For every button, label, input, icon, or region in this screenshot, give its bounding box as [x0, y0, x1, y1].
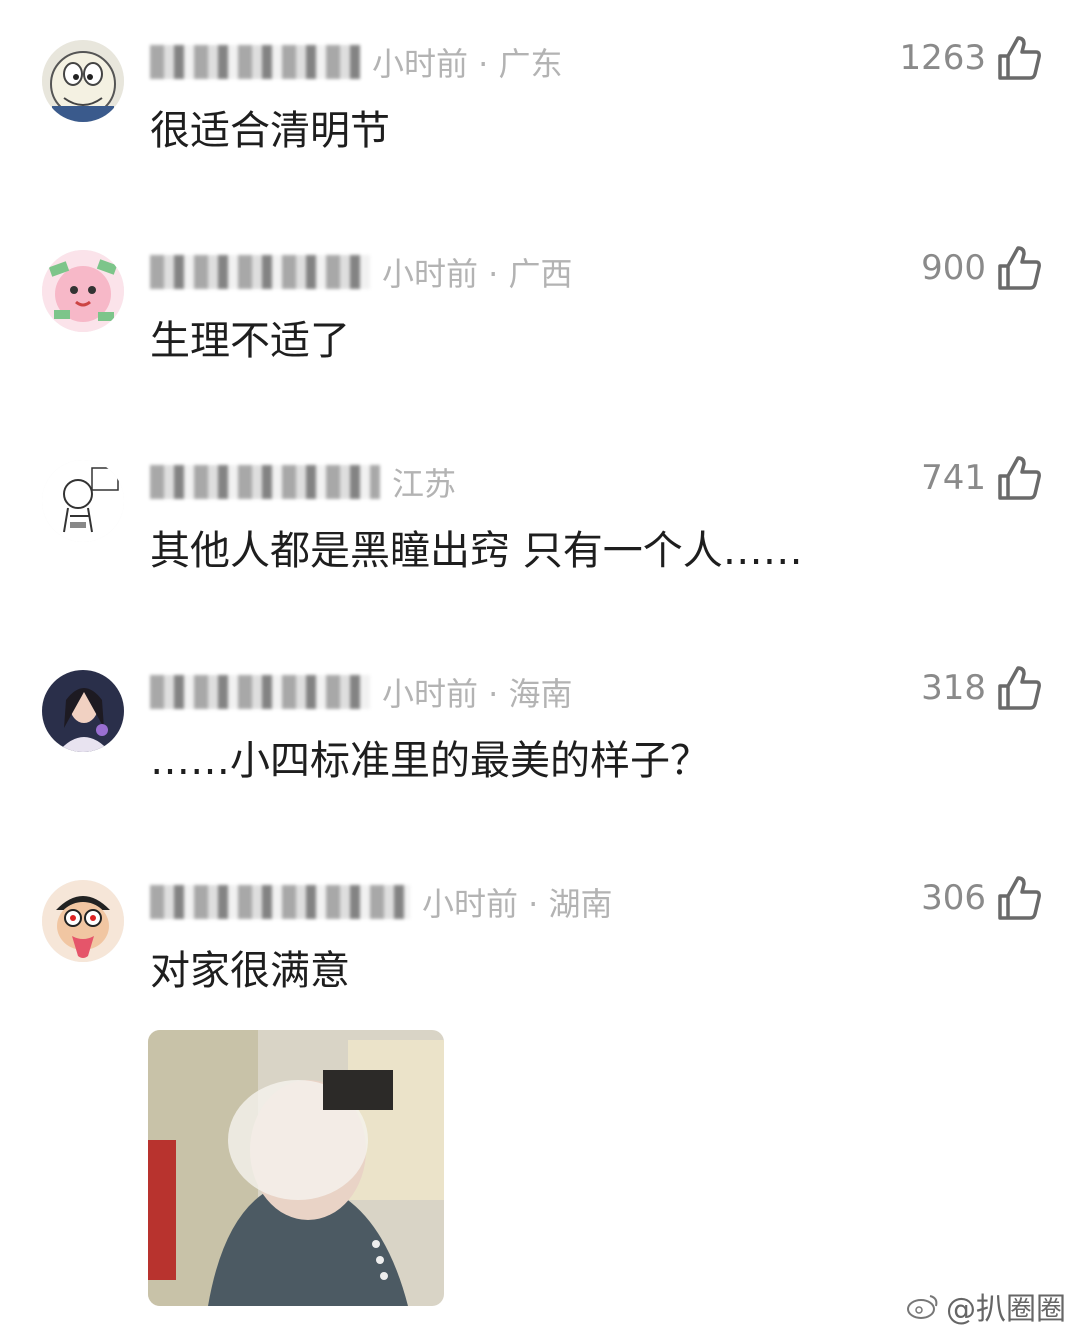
- comment-text: 很适合清明节: [150, 108, 390, 154]
- like-count: 900: [921, 248, 986, 288]
- blurred-username: [150, 255, 370, 289]
- comment-meta: 小时前 · 湖南: [150, 882, 613, 923]
- weibo-watermark: @扒圈圈: [906, 1284, 1066, 1328]
- user-avatar[interactable]: [42, 670, 124, 752]
- comment-time-location: 小时前 · 广西: [382, 255, 573, 293]
- comment-meta: 小时前 · 广西: [150, 252, 573, 293]
- blurred-username: [150, 465, 380, 499]
- comment-item: 小时前 · 海南 318 ……小四标准里的最美的样子？: [0, 666, 1080, 800]
- comment-location: 江苏: [392, 465, 457, 503]
- blurred-username: [150, 675, 370, 709]
- meme-photo-image: [148, 1030, 444, 1306]
- comment-text: 其他人都是黑瞳出窍 只有一个人……: [150, 528, 803, 574]
- comment-text: 生理不适了: [150, 318, 350, 364]
- user-avatar[interactable]: [42, 40, 124, 122]
- blurred-username: [150, 885, 410, 919]
- comment-item: 江苏 741 其他人都是黑瞳出窍 只有一个人……: [0, 456, 1080, 590]
- like-button[interactable]: 900: [921, 244, 1042, 292]
- thumbs-up-icon: [998, 666, 1041, 710]
- like-button[interactable]: 741: [921, 454, 1042, 502]
- comment-time-location: 小时前 · 广东: [372, 45, 563, 83]
- like-count: 1263: [899, 38, 986, 78]
- like-button[interactable]: 306: [921, 874, 1042, 922]
- comment-item: 小时前 · 广东 1263 很适合清明节: [0, 36, 1080, 170]
- user-avatar[interactable]: [42, 250, 124, 332]
- comment-text: ……小四标准里的最美的样子？: [150, 738, 710, 784]
- doraemon-avatar-icon: [42, 40, 124, 122]
- like-count: 306: [921, 878, 986, 918]
- like-button[interactable]: 318: [921, 664, 1042, 712]
- thumbs-up-icon: [998, 876, 1041, 920]
- funny-face-avatar-icon: [42, 880, 124, 962]
- sketch-cartoon-avatar-icon: [42, 460, 124, 542]
- user-avatar[interactable]: [42, 880, 124, 962]
- like-count: 318: [921, 668, 986, 708]
- thumbs-up-icon: [998, 36, 1041, 80]
- comment-meta: 小时前 · 广东: [150, 42, 563, 83]
- comment-meta: 小时前 · 海南: [150, 672, 573, 713]
- girl-photo-avatar-icon: [42, 670, 124, 752]
- comment-time-location: 小时前 · 湖南: [422, 885, 613, 923]
- thumbs-up-icon: [998, 456, 1041, 500]
- comment-item: 小时前 · 广西 900 生理不适了: [0, 246, 1080, 380]
- comment-image[interactable]: [148, 1030, 444, 1306]
- weibo-icon: [907, 1295, 938, 1319]
- comment-item: 小时前 · 湖南 306 对家很满意: [0, 876, 1080, 1310]
- like-count: 741: [921, 458, 986, 498]
- watermark-text: @扒圈圈: [946, 1292, 1066, 1327]
- comment-text: 对家很满意: [150, 948, 350, 994]
- pink-cartoon-avatar-icon: [42, 250, 124, 332]
- like-button[interactable]: 1263: [899, 34, 1042, 82]
- thumbs-up-icon: [998, 246, 1041, 290]
- comment-time-location: 小时前 · 海南: [382, 675, 573, 713]
- user-avatar[interactable]: [42, 460, 124, 542]
- comment-meta: 江苏: [150, 462, 457, 503]
- blurred-username: [150, 45, 360, 79]
